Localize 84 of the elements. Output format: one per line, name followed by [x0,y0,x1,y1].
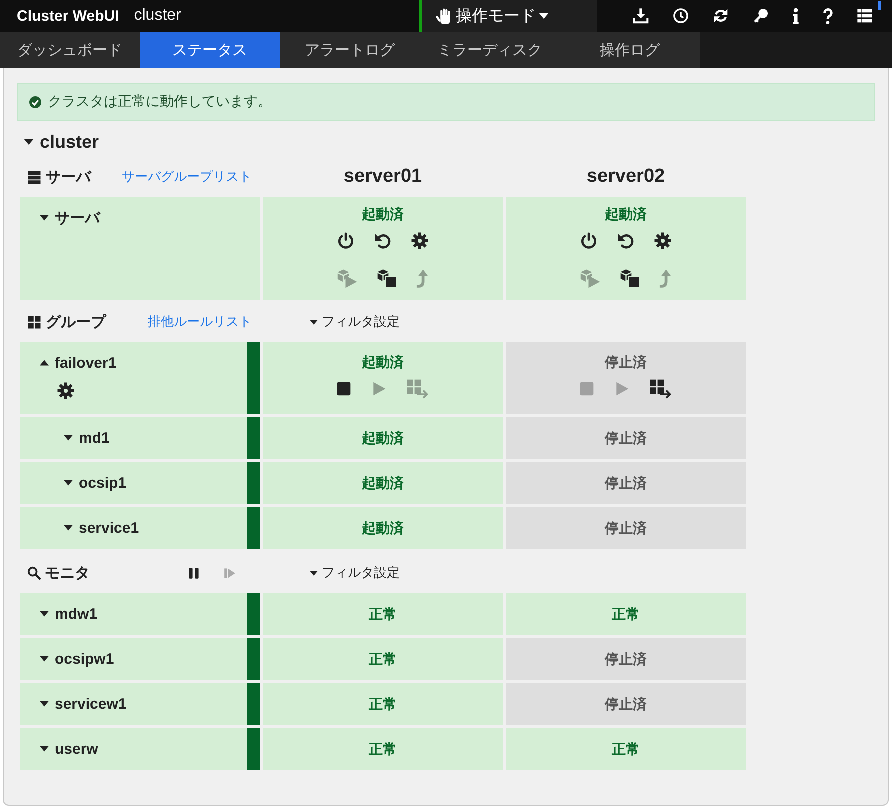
row-name[interactable]: サーバ [55,208,100,228]
caret-icon[interactable] [40,701,49,707]
power-icon[interactable] [580,232,598,250]
tab[interactable]: ステータス [140,32,280,68]
caret-icon[interactable] [24,139,34,145]
hand-icon [436,8,453,24]
tab[interactable]: ダッシュボード [0,32,140,68]
caret-icon[interactable] [40,656,49,662]
tab[interactable]: ミラーディスク [420,32,560,68]
caret-icon[interactable] [40,215,49,221]
filter-button[interactable]: フィルタ設定 [310,564,400,582]
section-title: モニタ [45,564,90,582]
stop-icon[interactable] [336,381,352,397]
tab[interactable]: アラートログ [280,32,420,68]
server-stack-icon [27,170,42,184]
grid-arrow-icon[interactable] [649,378,673,400]
settings-icon[interactable] [57,382,75,400]
grid-icon [27,314,42,330]
rotate-left-icon[interactable] [617,232,635,250]
row-name[interactable]: userw [55,740,98,758]
cluster-name: cluster [134,7,182,25]
status-label: 正常 [369,605,397,623]
clock-icon[interactable] [673,8,689,24]
status-label: 正常 [369,740,397,758]
caret-icon[interactable] [40,611,49,617]
server-group-list-link[interactable]: サーバグループリスト [122,168,252,186]
status-label: 起動済 [362,205,404,223]
caret-icon[interactable] [64,480,73,486]
row-name[interactable]: ocsipw1 [55,650,114,668]
check-circle-icon [29,96,42,108]
caret-icon[interactable] [64,525,73,531]
cluster-title[interactable]: cluster [40,132,100,152]
caret-icon [539,13,549,19]
server-name: server02 [586,166,666,188]
exclusion-rule-list-link[interactable]: 排他ルールリスト [148,313,252,331]
list-icon[interactable] [857,8,873,24]
caret-icon [310,570,318,576]
server-name: server01 [344,166,422,188]
caret-icon[interactable] [40,360,49,366]
filter-button[interactable]: フィルタ設定 [310,313,400,331]
tab[interactable]: 操作ログ [560,32,700,68]
status-label: 起動済 [362,353,404,371]
power-icon[interactable] [337,232,355,250]
cube-square-icon[interactable] [620,268,640,288]
download-icon[interactable] [633,8,649,24]
caret-icon [310,320,318,324]
row-name[interactable]: mdw1 [55,606,98,622]
refresh-icon[interactable] [713,8,729,24]
row-name[interactable]: md1 [79,430,110,446]
settings-icon[interactable] [411,232,429,250]
row-name[interactable]: servicew1 [55,696,127,712]
search-icon [27,566,41,580]
status-label: 正常 [369,650,397,668]
status-label: 停止済 [605,695,647,713]
status-label: 停止済 [605,353,647,371]
status-label: 停止済 [605,519,647,537]
row-name[interactable]: ocsip1 [79,474,127,492]
section-title: グループ [46,312,106,332]
app-title: Cluster WebUI [17,8,120,24]
section-title: サーバ [46,168,91,186]
caret-icon[interactable] [64,435,73,441]
status-label: 起動済 [605,205,647,223]
status-label: 停止済 [605,474,647,492]
status-label: 正常 [369,695,397,713]
status-label: 正常 [612,605,640,623]
status-label: 停止済 [605,650,647,668]
info-icon[interactable] [793,8,799,24]
help-icon[interactable] [823,8,833,24]
status-label: 起動済 [362,519,404,537]
status-label: 起動済 [362,474,404,492]
settings-icon[interactable] [654,232,672,250]
alert-message: クラスタは正常に動作しています。 [48,93,272,111]
rotate-left-icon[interactable] [374,232,392,250]
row-name[interactable]: service1 [79,520,140,536]
pause-icon[interactable] [188,566,200,580]
key-icon[interactable] [753,8,769,24]
row-name[interactable]: failover1 [55,354,117,372]
status-label: 正常 [612,740,640,758]
status-label: 起動済 [362,429,404,447]
caret-icon[interactable] [40,746,49,752]
status-label: 停止済 [605,429,647,447]
indicator-icon [878,1,881,10]
mode-menu[interactable]: 操作モード [419,0,597,32]
cube-square-icon[interactable] [377,268,397,288]
